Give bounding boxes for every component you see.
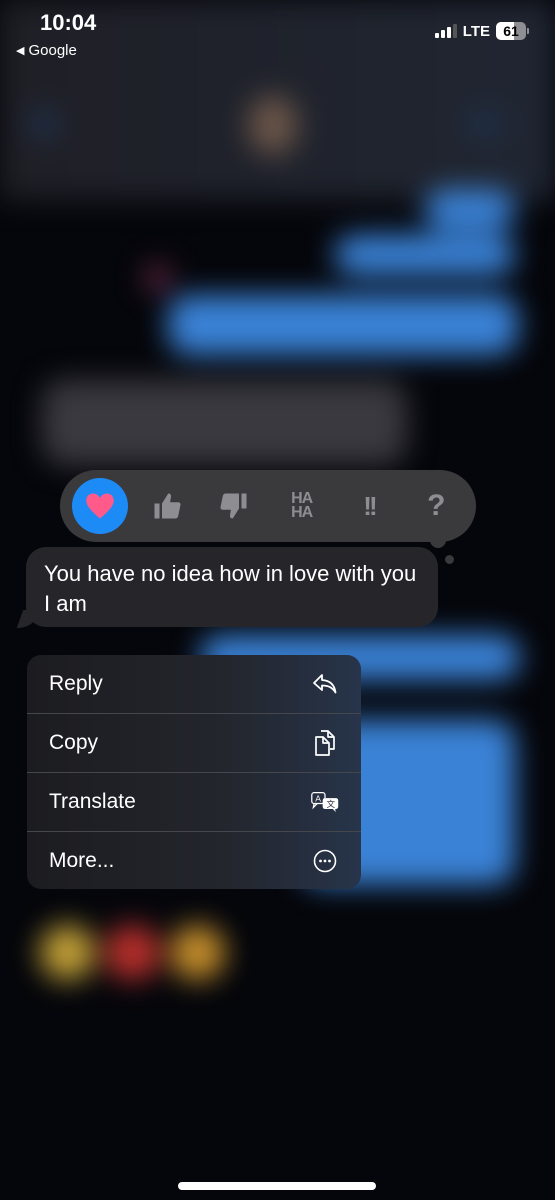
menu-item-label: Copy [49, 731, 99, 754]
menu-item-label: Reply [49, 672, 103, 695]
more-icon [311, 847, 339, 875]
heart-icon [85, 493, 114, 519]
reply-icon [311, 670, 339, 698]
blurred-bubble [42, 380, 407, 465]
blurred-reaction [145, 265, 171, 291]
menu-item-reply[interactable]: Reply [27, 655, 361, 714]
blurred-avatar [248, 95, 298, 155]
blurred-emoji [40, 925, 95, 980]
status-bar: 10:04 ◀ Google LTE 61 [0, 0, 555, 70]
tapback-question[interactable]: ? [408, 478, 464, 534]
clock: 10:04 [40, 10, 97, 35]
context-menu: Reply Copy Translate A文 More... [27, 655, 361, 889]
haha-icon: HA HA [291, 490, 313, 521]
svg-text:文: 文 [327, 798, 336, 810]
tapback-thumbs-up[interactable] [139, 478, 195, 534]
back-to-app-link[interactable]: ◀ Google [16, 42, 77, 59]
blurred-back-button [30, 110, 58, 138]
blurred-bubble [425, 190, 515, 230]
back-app-label: Google [28, 42, 77, 59]
menu-item-copy[interactable]: Copy [27, 714, 361, 773]
svg-text:A: A [315, 794, 321, 804]
battery-level: 61 [503, 23, 519, 39]
network-type: LTE [462, 22, 490, 40]
tapback-haha[interactable]: HA HA [274, 478, 330, 534]
blurred-emoji [105, 925, 160, 980]
tapback-thumbs-down[interactable] [206, 478, 262, 534]
blurred-video-button [470, 110, 498, 138]
tapback-tail [430, 532, 446, 548]
thumbs-down-icon [220, 493, 247, 519]
tapback-heart[interactable] [71, 478, 128, 534]
menu-item-translate[interactable]: Translate A文 [27, 773, 361, 832]
battery-nub [527, 28, 529, 34]
blurred-bubble [335, 235, 515, 275]
back-triangle-icon: ◀ [16, 45, 25, 57]
tapback-tail-dot [445, 555, 454, 564]
copy-icon [311, 729, 339, 757]
cellular-signal-icon [434, 24, 457, 38]
selected-message-bubble: You have no idea how in love with you I … [26, 547, 438, 627]
translate-icon: A文 [311, 788, 339, 816]
blurred-bubble [168, 295, 518, 355]
home-indicator[interactable] [178, 1182, 376, 1190]
tapback-bar: HA HA !! ? [60, 470, 476, 542]
menu-item-more[interactable]: More... [27, 832, 361, 889]
menu-item-label: More... [49, 849, 115, 872]
tapback-emphasize[interactable]: !! [341, 478, 397, 534]
question-icon: ? [427, 489, 446, 522]
exclamation-icon: !! [363, 490, 377, 521]
thumbs-up-icon [154, 493, 181, 519]
blurred-emoji [170, 925, 225, 980]
battery-icon: 61 [496, 22, 526, 40]
menu-item-label: Translate [49, 790, 136, 813]
